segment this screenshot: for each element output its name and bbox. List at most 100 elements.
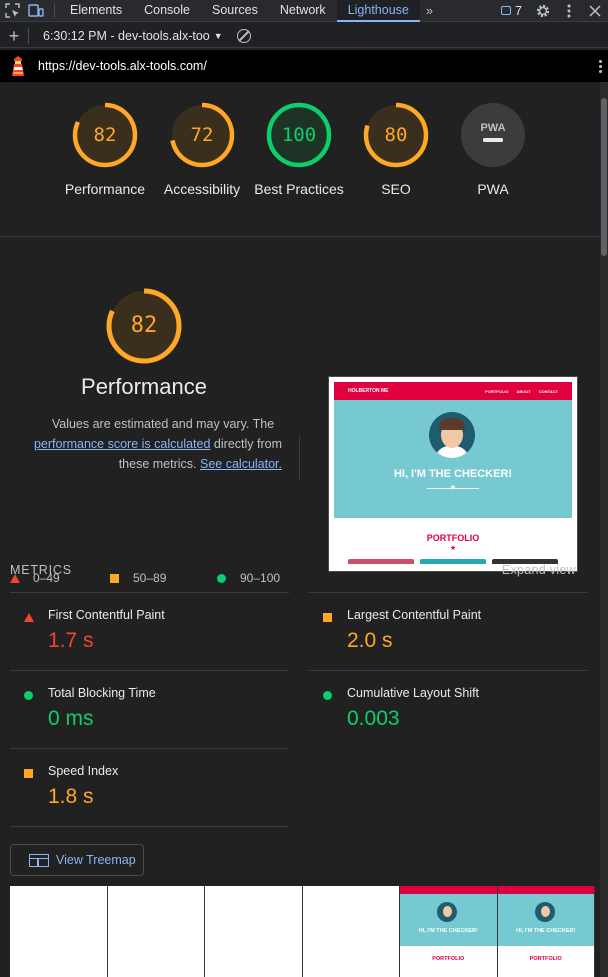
expand-view-toggle[interactable]: Expand view (502, 563, 576, 577)
performance-score: 82 (130, 313, 158, 338)
preview-nav-link: ABOUT (516, 388, 531, 394)
category-score: 100 (281, 124, 317, 146)
category-gauge-pwa[interactable]: PWA PWA (443, 102, 543, 199)
metric-value: 0 ms (48, 707, 94, 730)
gauge-ring: 72 (169, 102, 235, 168)
view-treemap-label: View Treemap (56, 853, 136, 867)
gauge-ring: 100 (266, 102, 332, 168)
tab-console[interactable]: Console (133, 0, 201, 22)
metric-value: 2.0 s (347, 629, 393, 652)
metric-total-blocking-time: Total Blocking Time 0 ms (10, 670, 289, 748)
frame-section-text: PORTFOLIO (529, 956, 562, 962)
report-selector[interactable]: 6:30:12 PM - dev-tools.alx-too ▼ (43, 29, 223, 43)
pwa-dash-icon (483, 138, 503, 142)
category-score: 82 (93, 124, 117, 146)
treemap-icon (29, 853, 49, 867)
settings-gear-icon[interactable] (530, 0, 556, 22)
metric-name: Largest Contentful Paint (347, 608, 482, 622)
gauge-ring: 82 (72, 102, 138, 168)
avatar-illustration (534, 902, 555, 922)
metric-cumulative-layout-shift: Cumulative Layout Shift 0.003 (309, 670, 588, 748)
toolbar-divider (54, 3, 55, 18)
metric-value: 1.7 s (48, 629, 94, 652)
tab-network[interactable]: Network (269, 0, 337, 22)
report-selector-label: 6:30:12 PM - dev-tools.alx-too (43, 28, 210, 43)
view-treemap-button[interactable]: View Treemap (10, 844, 144, 876)
devtools-tab-bar: Elements Console Sources Network Lightho… (0, 0, 608, 22)
clear-reports-icon[interactable] (236, 28, 251, 43)
filmstrip-frame: HI, I'M THE CHECKER! PORTFOLIO (400, 886, 498, 977)
filmstrip-frame (302, 886, 400, 977)
issues-icon (501, 6, 512, 15)
filmstrip-frame: HI, I'M THE CHECKER! PORTFOLIO (497, 886, 595, 977)
report-menu-icon[interactable] (592, 58, 608, 75)
see-calculator-link[interactable]: See calculator. (200, 457, 282, 471)
preview-nav-link: PORTFOLIO (485, 388, 509, 394)
filmstrip-frame (10, 886, 108, 977)
metric-speed-index: Speed Index 1.8 s (10, 748, 289, 826)
tab-elements[interactable]: Elements (59, 0, 133, 22)
toolbar-divider (28, 27, 29, 44)
metrics-header: METRICS Expand view (10, 563, 576, 577)
issues-count: 7 (515, 3, 522, 18)
category-gauge-accessibility[interactable]: 72 Accessibility (152, 102, 252, 199)
issues-counter[interactable]: 7 (493, 4, 530, 18)
frame-hero-text: HI, I'M THE CHECKER! (516, 928, 576, 934)
metric-value: 1.8 s (48, 785, 94, 808)
category-label: SEO (381, 181, 411, 197)
metrics-title: METRICS (10, 563, 72, 577)
new-report-plus-icon[interactable]: + (0, 25, 28, 47)
pwa-badge-text: PWA (480, 122, 505, 134)
category-label: PWA (477, 181, 509, 197)
star-icon: ★ (449, 545, 457, 552)
report-content: 82 Performance 72 Accessibility 100 Best Prac… (0, 82, 600, 977)
lighthouse-logo-icon (0, 50, 36, 82)
description-text: Values are estimated and may vary. The (51, 417, 275, 431)
performance-gauge: 82 (106, 288, 182, 364)
category-label: Best Practices (254, 181, 344, 197)
metric-largest-contentful-paint: Largest Contentful Paint 2.0 s (309, 592, 588, 670)
preview-nav-link: CONTACT (538, 388, 558, 394)
metric-value: 0.003 (347, 707, 400, 730)
customize-menu-icon[interactable] (556, 0, 582, 22)
pass-circle-icon (24, 691, 47, 700)
average-square-icon (24, 769, 47, 778)
final-screenshot[interactable]: HOLBERTON ME PORTFOLIO ABOUT CONTACT HI,… (328, 376, 578, 572)
preview-section-title: PORTFOLIO (426, 533, 480, 543)
tab-sources[interactable]: Sources (201, 0, 269, 22)
more-tabs-icon[interactable]: » (420, 3, 439, 18)
average-square-icon (323, 613, 346, 622)
pass-circle-icon (323, 691, 346, 700)
close-devtools-icon[interactable] (582, 0, 608, 22)
metric-name: Total Blocking Time (48, 686, 156, 700)
scrollbar-thumb[interactable] (601, 98, 607, 256)
device-toolbar-icon[interactable] (24, 0, 48, 22)
category-label: Performance (64, 181, 146, 197)
metric-name: Cumulative Layout Shift (347, 686, 480, 700)
pwa-badge-icon: PWA (461, 103, 525, 167)
metric-name: Speed Index (48, 764, 119, 778)
category-gauge-best-practices[interactable]: 100 Best Practices (249, 102, 349, 199)
frame-hero-text: HI, I'M THE CHECKER! (418, 928, 478, 934)
preview-portfolio: PORTFOLIO ★ (334, 518, 572, 564)
inspect-element-icon[interactable] (0, 0, 24, 22)
metrics-divider (10, 826, 289, 827)
metric-name: First Contentful Paint (48, 608, 165, 622)
filmstrip-frame (205, 886, 303, 977)
avatar-illustration (429, 412, 475, 458)
tab-lighthouse[interactable]: Lighthouse (336, 0, 420, 22)
score-summary: 82 Performance 72 Accessibility 100 Best Prac… (0, 82, 600, 237)
report-url: https://dev-tools.alx-tools.com/ (38, 59, 207, 73)
filmstrip-frame (107, 886, 205, 977)
category-label: Accessibility (163, 181, 241, 197)
chevron-down-icon: ▼ (213, 30, 223, 41)
star-icon: ★ (449, 483, 457, 492)
lighthouse-toolbar: + 6:30:12 PM - dev-tools.alx-too ▼ (0, 24, 608, 48)
section-divider (299, 436, 300, 480)
avatar-illustration (437, 902, 457, 922)
frame-section-text: PORTFOLIO (432, 956, 465, 962)
score-calculation-link[interactable]: performance score is calculated (34, 437, 210, 451)
category-gauge-seo[interactable]: 80 SEO (346, 102, 446, 199)
fail-triangle-icon (24, 613, 47, 622)
category-gauge-performance[interactable]: 82 Performance (55, 102, 155, 199)
